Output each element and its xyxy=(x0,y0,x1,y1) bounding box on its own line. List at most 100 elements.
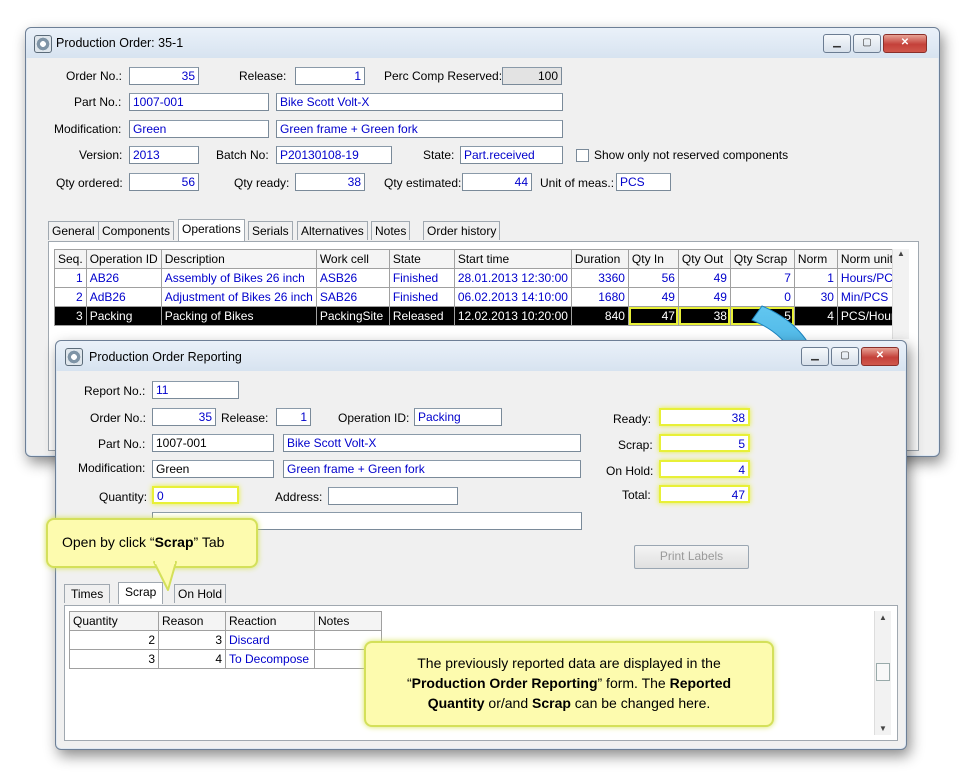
cell: SAB26 xyxy=(315,287,390,307)
scroll-up-arrow-icon[interactable]: ▲ xyxy=(875,613,891,622)
scroll-down-arrow-icon[interactable]: ▼ xyxy=(875,724,891,733)
modification-desc-field[interactable]: Green frame + Green fork xyxy=(283,460,581,478)
release-label: Release: xyxy=(239,69,287,83)
release-field[interactable]: 1 xyxy=(295,67,365,85)
scrap-scrollbar[interactable]: ▲ ▼ xyxy=(874,611,891,735)
quantity-label: Quantity: xyxy=(99,490,148,504)
qty-estimated-field[interactable]: 44 xyxy=(462,173,532,191)
modification-label: Modification: xyxy=(54,122,122,136)
col-header[interactable]: Seq. xyxy=(54,249,87,269)
col-header[interactable]: Quantity xyxy=(69,611,159,631)
col-header[interactable]: Description xyxy=(160,249,317,269)
cell: 1680 xyxy=(570,287,629,307)
cell: PackingSite xyxy=(315,306,390,326)
tab-serials[interactable]: Serials xyxy=(248,221,293,240)
cell-qty-out-highlighted: 38 xyxy=(677,306,731,326)
show-only-label: Show only not reserved components xyxy=(594,148,789,162)
show-only-checkbox[interactable] xyxy=(576,149,589,162)
total-label: Total: xyxy=(622,488,651,502)
unit-of-meas-field[interactable]: PCS xyxy=(616,173,671,191)
report-no-field[interactable]: 11 xyxy=(152,381,239,399)
col-header[interactable]: State xyxy=(388,249,455,269)
tab-order-history[interactable]: Order history xyxy=(423,221,501,240)
cell: Assembly of Bikes 26 inch xyxy=(160,268,317,288)
col-header[interactable]: Qty Out xyxy=(677,249,731,269)
title-bar[interactable]: Production Order: 35-1 ▁ ▢ ✕ xyxy=(26,28,939,58)
col-header[interactable]: Qty In xyxy=(627,249,679,269)
total-field: 47 xyxy=(659,485,750,503)
address-field[interactable] xyxy=(328,487,458,505)
modification-field[interactable]: Green xyxy=(129,120,269,138)
table-row[interactable]: 2 3 Discard xyxy=(69,630,382,650)
maximize-button[interactable]: ▢ xyxy=(831,347,859,366)
window-title: Production Order Reporting xyxy=(89,350,242,364)
col-header[interactable]: Duration xyxy=(570,249,629,269)
part-no-field[interactable]: 1007-001 xyxy=(129,93,269,111)
close-button[interactable]: ✕ xyxy=(861,347,899,366)
gear-app-icon xyxy=(34,35,52,53)
cell: AdB26 xyxy=(85,287,162,307)
cell: 7 xyxy=(729,268,795,288)
tab-components[interactable]: Components xyxy=(98,221,175,240)
col-header[interactable]: Norm xyxy=(793,249,838,269)
quantity-field[interactable]: 0 xyxy=(152,486,239,504)
col-header[interactable]: Work cell xyxy=(315,249,390,269)
part-desc-field[interactable]: Bike Scott Volt-X xyxy=(276,93,563,111)
qty-ready-field[interactable]: 38 xyxy=(295,173,365,191)
report-no-label: Report No.: xyxy=(84,384,146,398)
perc-comp-field: 100 xyxy=(502,67,562,85)
scrap-label: Scrap: xyxy=(618,438,653,452)
qty-estimated-label: Qty estimated: xyxy=(384,176,462,190)
minimize-button[interactable]: ▁ xyxy=(801,347,829,366)
release-field[interactable]: 1 xyxy=(276,408,311,426)
close-button[interactable]: ✕ xyxy=(883,34,927,53)
state-field[interactable]: Part.received xyxy=(460,146,563,164)
order-no-field[interactable]: 35 xyxy=(152,408,216,426)
scroll-up-arrow-icon[interactable]: ▲ xyxy=(893,249,909,258)
minimize-button[interactable]: ▁ xyxy=(823,34,851,53)
info-callout: The previously reported data are display… xyxy=(364,641,774,727)
tab-alternatives[interactable]: Alternatives xyxy=(297,221,368,240)
operation-id-field[interactable]: Packing xyxy=(414,408,502,426)
cell: 3 xyxy=(69,649,159,669)
qty-ordered-field[interactable]: 56 xyxy=(129,173,199,191)
col-header[interactable]: Qty Scrap xyxy=(729,249,795,269)
batch-no-field[interactable]: P20130108-19 xyxy=(276,146,392,164)
unit-of-meas-label: Unit of meas.: xyxy=(540,176,615,190)
tab-operations[interactable]: Operations xyxy=(178,219,245,241)
scrap-table: Quantity Reason Reaction Notes 2 3 Disca… xyxy=(69,611,382,669)
part-desc-field[interactable]: Bike Scott Volt-X xyxy=(283,434,581,452)
col-header[interactable]: Reaction xyxy=(225,611,315,631)
maximize-button[interactable]: ▢ xyxy=(853,34,881,53)
batch-no-label: Batch No: xyxy=(216,148,269,162)
col-header[interactable]: Operation ID xyxy=(85,249,162,269)
col-header[interactable]: Reason xyxy=(158,611,226,631)
modification-label: Modification: xyxy=(78,461,146,475)
operations-scrollbar[interactable]: ▲ xyxy=(892,249,909,339)
on-hold-field: 4 xyxy=(659,460,750,478)
tab-times[interactable]: Times xyxy=(64,584,111,603)
qty-ordered-label: Qty ordered: xyxy=(56,176,123,190)
tab-general[interactable]: General xyxy=(48,221,99,240)
part-no-label: Part No.: xyxy=(74,95,122,109)
modification-field[interactable]: Green xyxy=(152,460,274,478)
part-no-field[interactable]: 1007-001 xyxy=(152,434,274,452)
order-no-field[interactable]: 35 xyxy=(129,67,199,85)
cell: 4 xyxy=(158,649,226,669)
cell: Packing xyxy=(85,306,162,326)
modification-desc-field[interactable]: Green frame + Green fork xyxy=(276,120,563,138)
table-row[interactable]: 3 4 To Decompose xyxy=(69,649,382,669)
col-header[interactable]: Notes xyxy=(314,611,382,631)
version-field[interactable]: 2013 xyxy=(129,146,199,164)
print-labels-button[interactable]: Print Labels xyxy=(634,545,749,569)
callout-text: Open by click “Scrap” Tab xyxy=(62,534,225,550)
table-row[interactable]: 1 AB26 Assembly of Bikes 26 inch ASB26 F… xyxy=(54,268,905,288)
scroll-thumb[interactable] xyxy=(876,663,890,681)
title-bar[interactable]: Production Order Reporting ▁ ▢ ✕ xyxy=(56,341,906,371)
cell: Packing of Bikes xyxy=(160,306,317,326)
col-header[interactable]: Start time xyxy=(453,249,572,269)
cell: 49 xyxy=(627,287,679,307)
operation-id-label: Operation ID: xyxy=(338,411,410,425)
cell: Released xyxy=(388,306,455,326)
tab-notes[interactable]: Notes xyxy=(371,221,411,240)
